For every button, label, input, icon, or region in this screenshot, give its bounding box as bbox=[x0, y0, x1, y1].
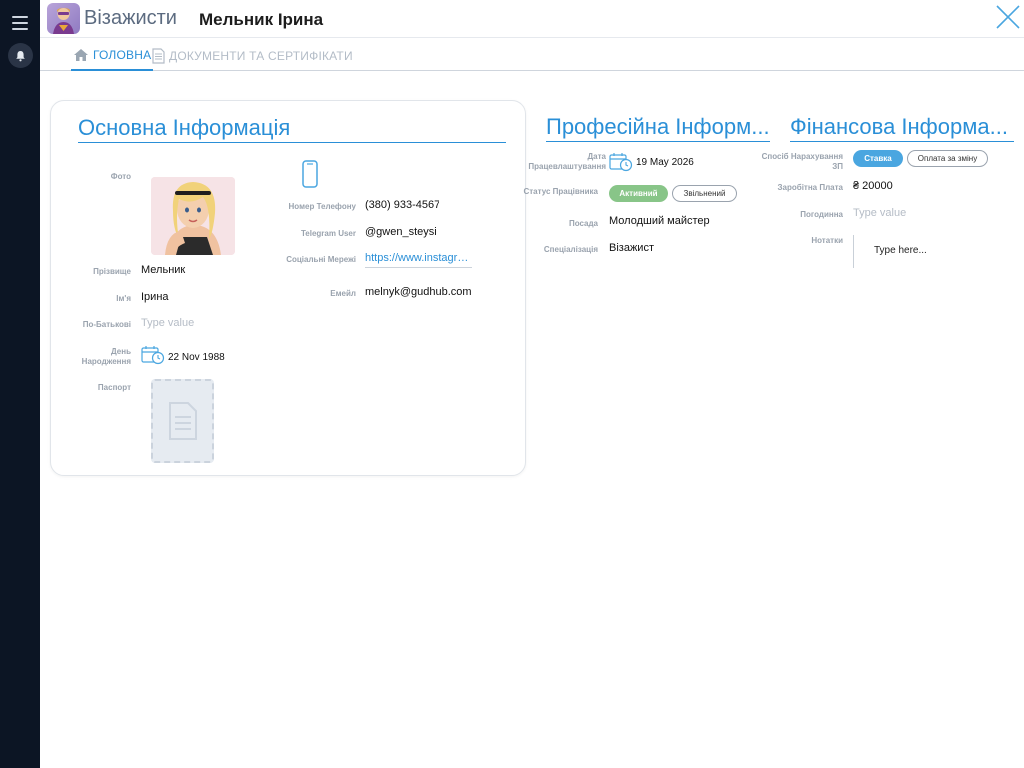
birthday-value[interactable]: 22 Nov 1988 bbox=[168, 352, 225, 363]
birthday-calendar-icon[interactable] bbox=[141, 345, 165, 370]
position-value[interactable]: Молодший майстер bbox=[609, 215, 710, 227]
hire-date-calendar-icon[interactable] bbox=[609, 152, 633, 177]
pay-method-label: Спосіб Нарахування ЗП bbox=[761, 152, 843, 171]
photo-label: Фото bbox=[110, 172, 131, 181]
record-title: Мельник Ірина bbox=[199, 10, 324, 29]
tab-documents[interactable]: ДОКУМЕНТИ ТА СЕРТИФІКАТИ bbox=[152, 40, 353, 71]
email-label: Емейл bbox=[330, 289, 356, 298]
phone-value[interactable]: (380) 933-4567 bbox=[365, 199, 439, 211]
main-area: Візажисти Мельник Ірина ГОЛОВНА ДОКУМЕНТ… bbox=[40, 0, 1024, 768]
telegram-value[interactable]: @gwen_steysi bbox=[365, 226, 437, 238]
salary-value[interactable]: ₴ 20000 bbox=[853, 180, 893, 192]
hourly-input[interactable]: Type value bbox=[853, 207, 906, 219]
position-label: Посада bbox=[568, 219, 598, 228]
telegram-label: Telegram User bbox=[301, 229, 356, 238]
app-avatar-icon[interactable] bbox=[47, 3, 80, 34]
birthday-label: День Народження bbox=[81, 347, 131, 366]
salary-label: Заробітна Плата bbox=[777, 183, 843, 192]
hamburger-menu-icon[interactable] bbox=[12, 16, 28, 30]
close-icon[interactable] bbox=[995, 4, 1021, 30]
basic-info-card: Основна Інформація Фото Прізвище Мельник… bbox=[50, 100, 526, 476]
financial-info-title: Фінансова Інформа... bbox=[790, 114, 1014, 142]
home-icon bbox=[74, 48, 88, 61]
name-label: Ім'я bbox=[116, 294, 131, 303]
email-value[interactable]: melnyk@gudhub.com bbox=[365, 286, 472, 298]
pay-rate-button[interactable]: Ставка bbox=[853, 150, 903, 167]
pay-per-shift-button[interactable]: Оплата за зміну bbox=[907, 150, 988, 167]
document-icon bbox=[152, 47, 165, 64]
notes-textarea[interactable]: Type here... bbox=[853, 235, 1003, 268]
patronymic-label: По-Батькові bbox=[82, 320, 131, 329]
passport-label: Паспорт bbox=[97, 383, 131, 392]
status-label: Статус Працівника bbox=[523, 187, 598, 196]
social-link[interactable]: https://www.instagra... bbox=[365, 252, 472, 268]
social-label: Соціальні Мережі bbox=[286, 255, 356, 264]
patronymic-input[interactable]: Type value bbox=[141, 317, 194, 329]
name-value[interactable]: Ірина bbox=[141, 291, 169, 303]
top-bar: Візажисти Мельник Ірина bbox=[40, 0, 1024, 38]
notification-bell-icon[interactable] bbox=[8, 43, 33, 68]
basic-info-title: Основна Інформація bbox=[78, 115, 506, 143]
tab-bar: ГОЛОВНА ДОКУМЕНТИ ТА СЕРТИФІКАТИ bbox=[40, 40, 1024, 71]
hire-date-label: Дата Працевлаштування bbox=[528, 152, 606, 171]
app-name: Візажисти bbox=[84, 7, 177, 29]
surname-label: Прізвище bbox=[93, 267, 131, 276]
surname-value[interactable]: Мельник bbox=[141, 264, 185, 276]
tab-main-label: ГОЛОВНА bbox=[93, 47, 152, 62]
hourly-label: Погодинна bbox=[800, 210, 843, 219]
notes-label: Нотатки bbox=[811, 236, 843, 245]
passport-upload[interactable] bbox=[151, 379, 214, 463]
specialization-label: Спеціалізація bbox=[543, 245, 598, 254]
tab-documents-label: ДОКУМЕНТИ ТА СЕРТИФІКАТИ bbox=[169, 48, 353, 63]
sidebar bbox=[0, 0, 40, 768]
status-active-button[interactable]: Активний bbox=[609, 185, 668, 202]
professional-info-title: Професійна Інформ... bbox=[546, 114, 770, 142]
photo-avatar[interactable] bbox=[151, 177, 235, 255]
document-placeholder-icon bbox=[168, 402, 197, 440]
phone-icon bbox=[302, 160, 318, 193]
hire-date-value[interactable]: 19 May 2026 bbox=[636, 157, 694, 168]
phone-label: Номер Телефону bbox=[288, 202, 356, 211]
specialization-value[interactable]: Візажист bbox=[609, 242, 654, 254]
tab-main[interactable]: ГОЛОВНА bbox=[71, 40, 154, 71]
status-fired-button[interactable]: Звільнений bbox=[672, 185, 737, 202]
